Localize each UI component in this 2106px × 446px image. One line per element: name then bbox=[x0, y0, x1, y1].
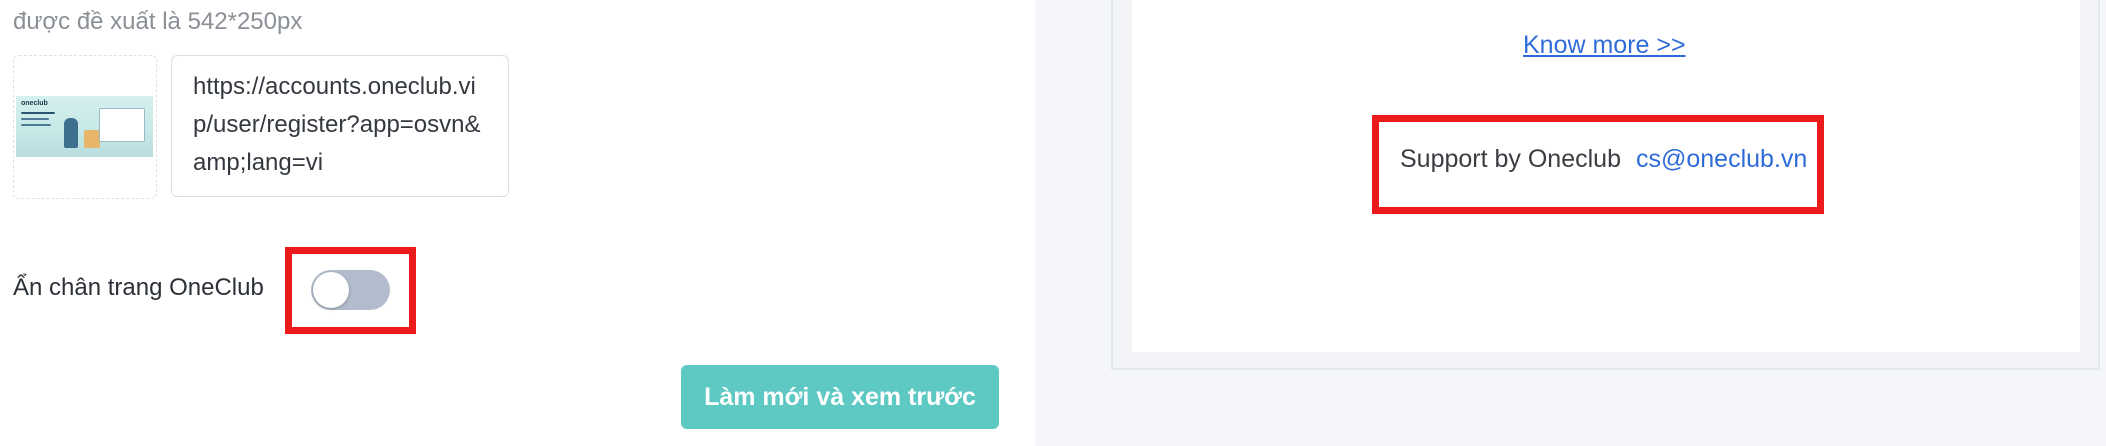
refresh-preview-button[interactable]: Làm mới và xem trước bbox=[681, 365, 999, 429]
link-url-input[interactable]: https://accounts.oneclub.vip/user/regist… bbox=[171, 55, 509, 197]
thumbnail-text-line bbox=[21, 112, 55, 114]
know-more-link[interactable]: Know more >> bbox=[1523, 31, 1686, 60]
hide-footer-toggle[interactable] bbox=[311, 270, 390, 310]
settings-panel: được đề xuất là 542*250px oneclub https:… bbox=[0, 0, 1035, 446]
toggle-knob bbox=[313, 272, 349, 308]
thumbnail-logo: oneclub bbox=[21, 100, 48, 107]
thumbnail-box bbox=[84, 130, 100, 148]
thumbnail-person bbox=[64, 118, 78, 148]
hide-footer-label: Ẩn chân trang OneClub bbox=[13, 274, 264, 301]
support-label: Support by Oneclub bbox=[1400, 145, 1621, 173]
thumbnail-card bbox=[99, 108, 145, 142]
image-size-hint: được đề xuất là 542*250px bbox=[13, 8, 303, 35]
thumbnail-text-line bbox=[21, 118, 49, 120]
banner-thumbnail: oneclub bbox=[16, 96, 153, 157]
banner-image-upload[interactable]: oneclub bbox=[13, 55, 157, 199]
support-email-link[interactable]: cs@oneclub.vn bbox=[1636, 145, 1807, 174]
thumbnail-text-line bbox=[21, 124, 51, 126]
